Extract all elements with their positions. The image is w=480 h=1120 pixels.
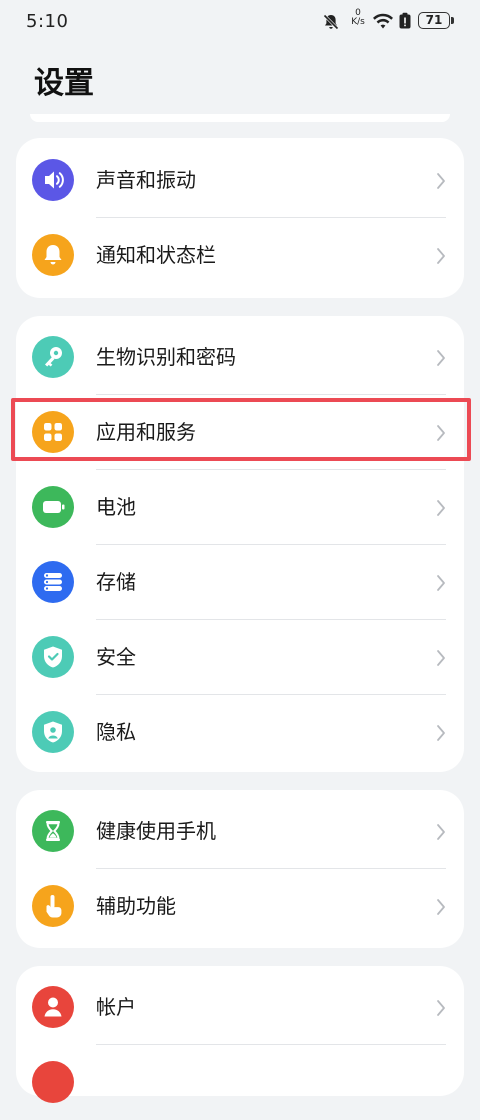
settings-item-label: 健康使用手机 xyxy=(96,819,216,843)
chevron-right-icon xyxy=(437,1000,445,1016)
settings-item-label: 应用和服务 xyxy=(96,420,196,444)
settings-item-label: 通知和状态栏 xyxy=(96,243,216,267)
status-bar: 5:10 0 K/s 71 xyxy=(0,0,480,44)
settings-item-sound[interactable]: 声音和振动 xyxy=(16,143,464,218)
settings-item-accessibility[interactable]: 辅助功能 xyxy=(16,869,464,944)
settings-group-3: 健康使用手机 辅助功能 xyxy=(16,790,464,948)
chevron-right-icon xyxy=(437,248,445,264)
chevron-right-icon xyxy=(437,425,445,441)
storage-icon xyxy=(32,561,74,603)
chevron-right-icon xyxy=(437,725,445,741)
chevron-right-icon xyxy=(437,575,445,591)
settings-item-privacy[interactable]: 隐私 xyxy=(16,695,464,770)
wifi-icon xyxy=(373,13,393,29)
settings-item-label: 电池 xyxy=(96,495,136,519)
settings-item-battery[interactable]: 电池 xyxy=(16,470,464,545)
settings-item-label: 安全 xyxy=(96,645,136,669)
search-bar-edge[interactable] xyxy=(30,114,450,122)
settings-item-label: 存储 xyxy=(96,570,136,594)
hand-icon xyxy=(32,885,74,927)
hourglass-icon xyxy=(32,810,74,852)
battery-level: 71 xyxy=(425,13,443,27)
apps-icon xyxy=(32,411,74,453)
settings-item-label: 帐户 xyxy=(96,995,136,1019)
settings-item-label: 声音和振动 xyxy=(96,168,196,192)
chevron-right-icon xyxy=(437,824,445,840)
account-icon xyxy=(32,986,74,1028)
battery-cap xyxy=(451,17,454,24)
chevron-right-icon xyxy=(437,650,445,666)
settings-item-notifications[interactable]: 通知和状态栏 xyxy=(16,218,464,293)
settings-group-2: 生物识别和密码 应用和服务 电池 存储 安全 隐私 xyxy=(16,316,464,772)
settings-item-apps-services[interactable]: 应用和服务 xyxy=(16,395,464,470)
settings-item-security[interactable]: 安全 xyxy=(16,620,464,695)
settings-item-next-partial[interactable] xyxy=(16,1045,464,1120)
settings-group-1: 声音和振动 通知和状态栏 xyxy=(16,138,464,298)
sound-icon xyxy=(32,159,74,201)
chevron-right-icon xyxy=(437,350,445,366)
key-icon xyxy=(32,336,74,378)
settings-group-4: 帐户 xyxy=(16,966,464,1103)
bell-icon xyxy=(32,234,74,276)
shield-icon xyxy=(32,636,74,678)
chevron-right-icon xyxy=(437,500,445,516)
settings-item-digital-balance[interactable]: 健康使用手机 xyxy=(16,794,464,869)
privacy-icon xyxy=(32,711,74,753)
chevron-right-icon xyxy=(437,899,445,915)
chevron-right-icon xyxy=(437,173,445,189)
settings-item-storage[interactable]: 存储 xyxy=(16,545,464,620)
battery-icon xyxy=(32,486,74,528)
page-title: 设置 xyxy=(34,66,94,101)
battery-saver-icon xyxy=(399,12,411,29)
network-speed-unit: K/s xyxy=(351,17,365,27)
settings-item-label: 生物识别和密码 xyxy=(96,345,236,369)
mute-icon xyxy=(323,14,339,30)
battery-indicator: 71 xyxy=(418,12,450,29)
status-time: 5:10 xyxy=(26,11,69,32)
settings-item-account[interactable]: 帐户 xyxy=(16,970,464,1045)
partial-item-icon xyxy=(32,1061,74,1103)
network-speed: 0 K/s xyxy=(346,9,370,27)
settings-item-label: 辅助功能 xyxy=(96,894,176,918)
settings-item-biometrics[interactable]: 生物识别和密码 xyxy=(16,320,464,395)
settings-item-label: 隐私 xyxy=(96,720,136,744)
